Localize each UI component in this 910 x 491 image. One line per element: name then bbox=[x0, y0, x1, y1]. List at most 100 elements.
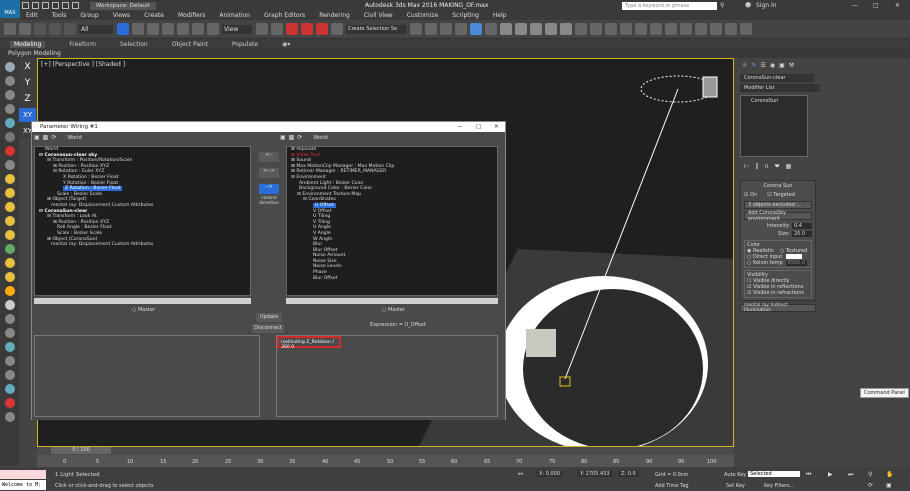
undo-icon[interactable] bbox=[4, 23, 16, 35]
tool-icon[interactable] bbox=[4, 300, 15, 310]
extra-tool-icon[interactable] bbox=[650, 23, 662, 35]
rollout-title[interactable]: Corona Sun bbox=[744, 183, 812, 189]
sign-in-link[interactable]: Sign In bbox=[756, 2, 777, 9]
left-find-icon[interactable]: ▣ bbox=[34, 134, 40, 141]
make-unique-icon[interactable]: ∩ bbox=[764, 163, 768, 170]
pan-icon[interactable]: ✋ bbox=[886, 471, 893, 478]
scale-icon[interactable] bbox=[207, 23, 219, 35]
expression-text[interactable]: (sellinding Z_Rotation / 360.0 bbox=[277, 336, 341, 350]
axis-z-button[interactable]: Z bbox=[19, 92, 36, 106]
right-refresh-icon[interactable]: ⟳ bbox=[297, 134, 302, 141]
menu-tools[interactable]: Tools bbox=[52, 12, 67, 19]
right-master-radio[interactable]: ○ Master bbox=[382, 307, 405, 313]
disconnect-button[interactable]: Disconnect bbox=[252, 324, 284, 333]
set-key-button[interactable]: Set Key bbox=[726, 483, 745, 489]
play-icon[interactable]: ▶ bbox=[828, 471, 833, 478]
tool-icon[interactable] bbox=[4, 90, 15, 100]
extra-tool-icon[interactable] bbox=[740, 23, 752, 35]
tool-icon[interactable] bbox=[4, 62, 15, 72]
extra-tool-icon[interactable] bbox=[605, 23, 617, 35]
right-tree-scrollbar[interactable] bbox=[286, 298, 498, 304]
go-to-end-icon[interactable]: ⏭ bbox=[848, 471, 853, 479]
extra-tool-icon[interactable] bbox=[725, 23, 737, 35]
configure-sets-icon[interactable]: ▦ bbox=[786, 163, 792, 170]
orbit-icon[interactable]: ⟳ bbox=[868, 482, 873, 489]
zoom-icon[interactable]: ⚲ bbox=[868, 471, 872, 478]
minimize-button[interactable]: — bbox=[852, 2, 858, 9]
time-slider[interactable]: 0 / 100 bbox=[51, 447, 111, 454]
tree-item[interactable]: Blur Offset bbox=[287, 276, 497, 282]
object-name-field[interactable]: CoronaSun-clear bbox=[740, 74, 814, 82]
menu-scripting[interactable]: Scripting bbox=[452, 12, 479, 19]
restore-button[interactable]: □ bbox=[873, 2, 879, 9]
reference-coord-dropdown[interactable]: View bbox=[222, 24, 252, 34]
curve-editor-icon[interactable] bbox=[470, 23, 482, 35]
tool-icon[interactable] bbox=[4, 230, 15, 240]
align-icon[interactable] bbox=[425, 23, 437, 35]
tool-icon[interactable] bbox=[4, 356, 15, 366]
left-refresh-icon[interactable]: ⟳ bbox=[51, 134, 56, 141]
tool-icon[interactable] bbox=[4, 314, 15, 324]
unlink-icon[interactable] bbox=[49, 23, 61, 35]
named-selection-dropdown[interactable]: Create Selection Se bbox=[346, 24, 406, 34]
extra-tool-icon[interactable] bbox=[620, 23, 632, 35]
tool-icon[interactable] bbox=[4, 342, 15, 352]
extra-tool-icon[interactable] bbox=[665, 23, 677, 35]
right-parameter-tree[interactable]: ⊞ Populate ⊞ Video Post ⊞ Sound ⊞ Max Mo… bbox=[286, 146, 498, 296]
intensity-spinner[interactable]: 0.4 bbox=[792, 223, 812, 229]
menu-rendering[interactable]: Rendering bbox=[319, 12, 350, 19]
layer-icon[interactable] bbox=[440, 23, 452, 35]
pin-stack-icon[interactable]: ⊢ bbox=[744, 163, 749, 170]
hierarchy-tab-icon[interactable]: ☰ bbox=[760, 62, 765, 69]
menu-group[interactable]: Group bbox=[80, 12, 98, 19]
maxscript-listener[interactable]: Welcome to M: bbox=[0, 480, 46, 490]
menu-modifiers[interactable]: Modifiers bbox=[178, 12, 205, 19]
extra-tool-icon[interactable] bbox=[590, 23, 602, 35]
angle-snap-icon[interactable] bbox=[301, 23, 313, 35]
axis-x-button[interactable]: X bbox=[19, 60, 36, 74]
modifier-list-dropdown[interactable]: Modifier List bbox=[740, 84, 820, 92]
selection-filter-dropdown[interactable]: All bbox=[79, 24, 113, 34]
x-coord-field[interactable]: X: 0.000 bbox=[536, 471, 564, 477]
tool-icon[interactable] bbox=[4, 328, 15, 338]
move-icon[interactable] bbox=[177, 23, 189, 35]
bind-space-warp-icon[interactable] bbox=[64, 23, 76, 35]
wire-left-arrow-button[interactable]: <-- bbox=[259, 152, 279, 162]
maxscript-mini-red[interactable] bbox=[0, 470, 46, 479]
tool-icon[interactable] bbox=[4, 202, 15, 212]
tool-icon[interactable] bbox=[4, 216, 15, 226]
left-master-radio[interactable]: ○ Master bbox=[132, 307, 155, 313]
stack-item-coronasun[interactable]: CoronaSun bbox=[741, 96, 807, 106]
region-select-icon[interactable] bbox=[147, 23, 159, 35]
on-checkbox[interactable]: ☑ On bbox=[744, 192, 757, 198]
menu-create[interactable]: Create bbox=[144, 12, 164, 19]
dialog-maximize-button[interactable]: □ bbox=[476, 124, 481, 130]
add-time-tag-button[interactable]: Add Time Tag bbox=[655, 483, 689, 489]
timeline[interactable]: 0 / 100 0 5 10 15 20 25 30 35 40 45 50 5… bbox=[37, 447, 734, 467]
show-end-result-icon[interactable]: ‖ bbox=[755, 163, 758, 170]
targeted-checkbox[interactable]: ☑ Targeted bbox=[767, 192, 795, 198]
key-filters-button[interactable]: Key Filters... bbox=[764, 483, 794, 489]
tool-icon[interactable] bbox=[4, 188, 15, 198]
tool-icon[interactable] bbox=[4, 160, 15, 170]
extra-tool-icon[interactable] bbox=[575, 23, 587, 35]
render-setup-icon[interactable] bbox=[515, 23, 527, 35]
left-expression-box[interactable] bbox=[34, 335, 260, 417]
dialog-minimize-button[interactable]: — bbox=[457, 124, 463, 130]
right-find-icon[interactable]: ▣ bbox=[280, 134, 286, 141]
visible-refractions-checkbox[interactable]: ☑ Visible in refractions bbox=[747, 290, 809, 296]
lock-icon[interactable]: ⚯ bbox=[518, 471, 523, 478]
close-button[interactable]: ✕ bbox=[895, 2, 900, 9]
tool-icon[interactable] bbox=[4, 76, 15, 86]
add-coronasky-button[interactable]: Add CoronaSky environment bbox=[744, 210, 812, 222]
remove-modifier-icon[interactable]: ❤ bbox=[775, 163, 780, 170]
new-icon[interactable] bbox=[22, 2, 29, 9]
save-icon[interactable] bbox=[42, 2, 49, 9]
tool-icon[interactable] bbox=[4, 146, 15, 156]
axis-xy-button[interactable]: XY bbox=[19, 108, 36, 122]
tool-icon[interactable] bbox=[4, 174, 15, 184]
schematic-view-icon[interactable] bbox=[485, 23, 497, 35]
timeline-ruler[interactable]: 0 5 10 15 20 25 30 35 40 45 50 55 60 65 … bbox=[37, 455, 734, 467]
extra-tool-icon[interactable] bbox=[680, 23, 692, 35]
color-swatch[interactable] bbox=[786, 254, 803, 259]
